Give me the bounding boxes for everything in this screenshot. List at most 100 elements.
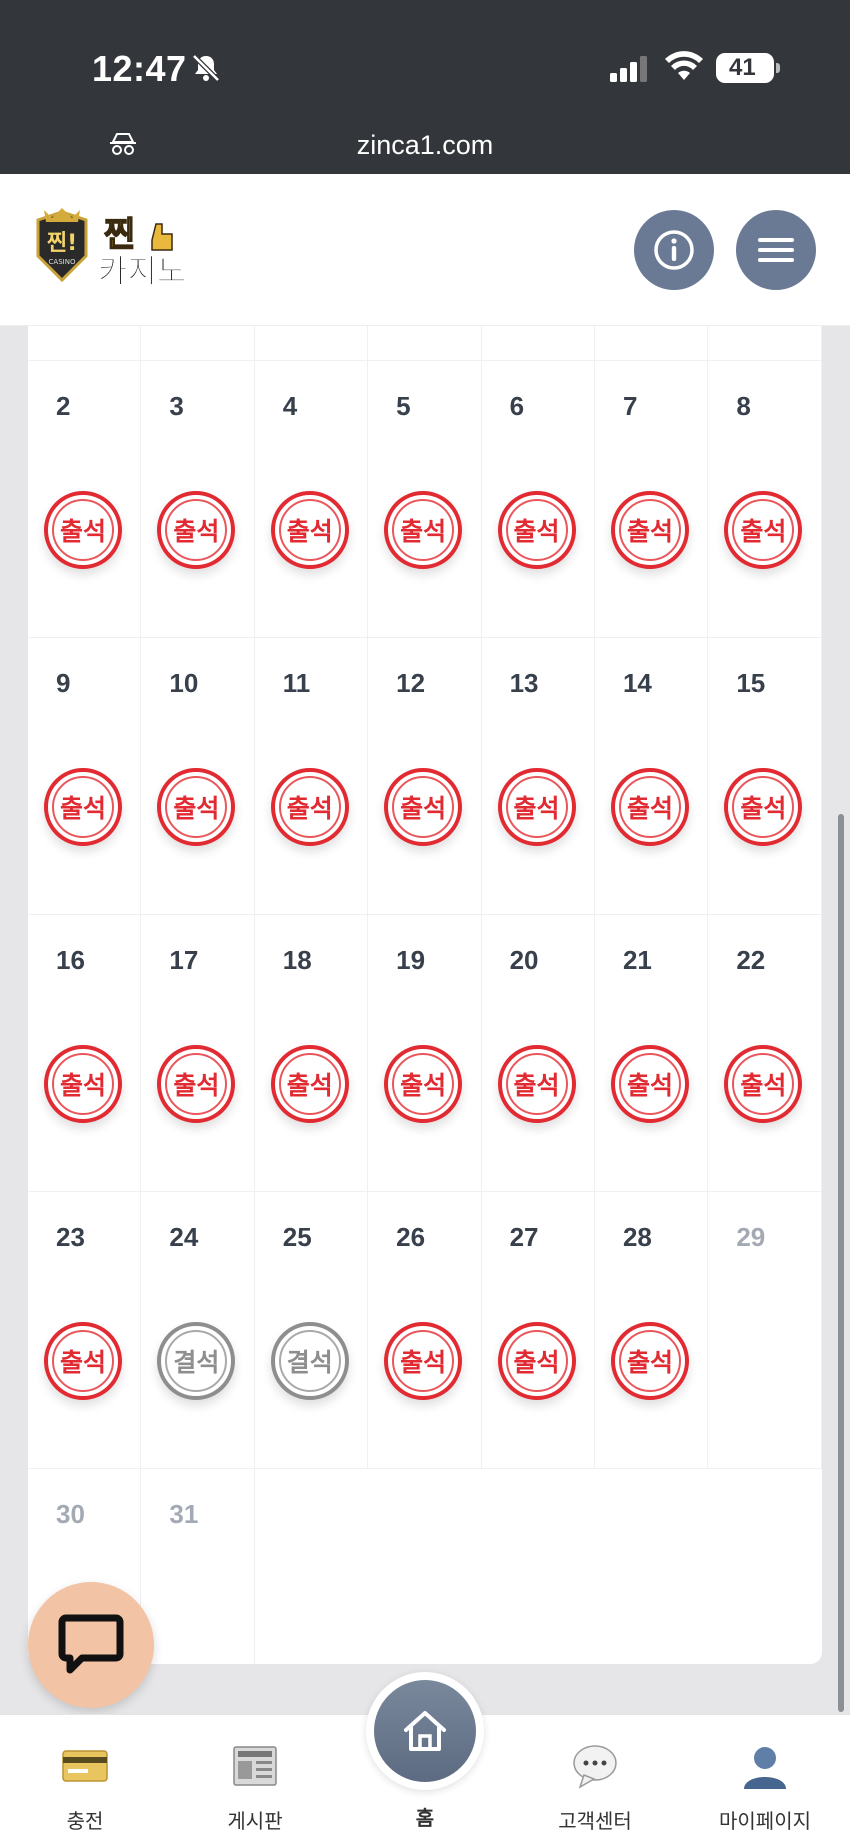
calendar-day-cell[interactable]: 22 출석	[708, 915, 822, 1192]
calendar-day-cell[interactable]: 31	[141, 1469, 255, 1664]
stamp-label: 출석	[286, 1072, 333, 1100]
calendar-day-cell[interactable]: 3 출석	[141, 361, 255, 638]
stamp-label: 결석	[286, 1349, 333, 1377]
day-number: 9	[56, 668, 71, 698]
nav-home-label: 홈	[415, 1808, 435, 1830]
svg-text:찐: 찐	[104, 215, 135, 255]
day-number: 18	[282, 945, 312, 975]
attendance-stamp: 출석	[157, 768, 236, 846]
home-icon	[404, 1711, 446, 1751]
attendance-stamp: 출석	[44, 768, 122, 846]
info-icon	[654, 230, 694, 270]
calendar-day-cell[interactable]: 6 출석	[481, 361, 595, 638]
calendar-day-cell[interactable]: 23 출석	[28, 1192, 142, 1469]
site-logo[interactable]: 찐! CASINO 찐 카지노	[32, 206, 208, 290]
absence-stamp: 결석	[157, 1322, 236, 1400]
day-number: 5	[396, 391, 411, 421]
nav-mypage[interactable]: 마이페이지	[680, 1715, 850, 1848]
calendar-day-cell[interactable]: 8 출석	[708, 361, 822, 638]
newspaper-icon	[233, 1746, 277, 1786]
attendance-stamp: 출석	[610, 491, 689, 569]
day-number: 24	[169, 1222, 199, 1252]
day-number: 31	[169, 1499, 199, 1529]
attendance-stamp: 출석	[270, 1045, 349, 1123]
nav-mypage-label: 마이페이지	[719, 1811, 811, 1833]
attendance-stamp: 출석	[157, 491, 236, 569]
nav-board[interactable]: 게시판	[170, 1715, 340, 1848]
stamp-label: 결석	[173, 1349, 220, 1377]
calendar-day-cell[interactable]: 26 출석	[368, 1192, 482, 1469]
calendar-day-cell[interactable]: 14 출석	[594, 638, 709, 915]
day-number: 15	[736, 668, 766, 698]
stamp-label: 출석	[59, 1349, 106, 1377]
calendar-day-cell[interactable]: 10 출석	[141, 638, 255, 915]
attendance-stamp: 출석	[384, 1045, 463, 1123]
day-number: 10	[169, 668, 199, 698]
calendar-day-cell[interactable]: 5 출석	[368, 361, 482, 638]
url-bar[interactable]: zinca1.com	[0, 130, 850, 161]
stamp-label: 출석	[626, 1072, 673, 1100]
calendar-day-cell[interactable]: 19 출석	[368, 915, 482, 1192]
day-number: 8	[736, 391, 751, 421]
chat-icon	[58, 1614, 124, 1674]
svg-text:CASINO: CASINO	[49, 258, 76, 266]
calendar-day-cell[interactable]: 12 출석	[368, 638, 482, 915]
calendar-day-cell[interactable]: 4 출석	[254, 361, 369, 638]
day-number: 3	[169, 391, 184, 421]
calendar-day-cell[interactable]: 24 결석	[141, 1192, 255, 1469]
stamp-label: 출석	[740, 795, 787, 823]
calendar-day-cell[interactable]: 15 출석	[708, 638, 822, 915]
calendar-day-cell[interactable]: 18 출석	[254, 915, 369, 1192]
calendar-day-cell[interactable]: 13 출석	[481, 638, 595, 915]
calendar-day-cell[interactable]: 11 출석	[254, 638, 369, 915]
day-number: 4	[282, 391, 298, 421]
calendar-day-cell[interactable]: 20 출석	[481, 915, 595, 1192]
stamp-label: 출석	[400, 1072, 447, 1100]
calendar-day-cell[interactable]: 29	[708, 1192, 822, 1469]
stamp-label: 출석	[59, 518, 106, 546]
menu-button[interactable]	[736, 210, 816, 290]
stamp-label: 출석	[400, 518, 447, 546]
calendar-day-cell[interactable]: 25 결석	[254, 1192, 369, 1469]
stamp-label: 출석	[400, 1349, 447, 1377]
attendance-stamp: 출석	[384, 768, 463, 846]
svg-text:찐!: 찐!	[47, 231, 77, 256]
calendar-partial-row	[28, 326, 822, 361]
calendar-day-cell[interactable]: 7 출석	[594, 361, 709, 638]
stamp-label: 출석	[626, 518, 673, 546]
stamp-label: 출석	[173, 795, 220, 823]
calendar-day-cell[interactable]: 17 출석	[141, 915, 255, 1192]
stamp-label: 출석	[740, 1072, 787, 1100]
hamburger-icon	[758, 238, 794, 262]
scrollbar[interactable]	[838, 814, 844, 1712]
attendance-stamp: 출석	[497, 1322, 576, 1400]
home-button[interactable]	[366, 1672, 484, 1790]
attendance-stamp: 출석	[497, 491, 576, 569]
day-number: 19	[396, 945, 426, 975]
calendar-week-row: 23 출석 24 결석 25 결석 26 출석 27 출석 28 출석 29	[28, 1192, 822, 1469]
bell-muted-icon	[192, 54, 220, 82]
day-number: 21	[622, 945, 652, 975]
attendance-stamp: 출석	[384, 1322, 463, 1400]
chat-button[interactable]	[28, 1582, 154, 1708]
status-bar: 12:47 41 zinca1.com	[0, 0, 850, 174]
stamp-label: 출석	[513, 1072, 560, 1100]
battery-indicator: 41	[716, 53, 780, 83]
calendar-day-cell[interactable]: 21 출석	[594, 915, 709, 1192]
attendance-stamp: 출석	[157, 1045, 236, 1123]
attendance-stamp: 출석	[270, 768, 349, 846]
calendar-day-cell[interactable]: 28 출석	[594, 1192, 709, 1469]
info-button[interactable]	[634, 210, 714, 290]
calendar-day-cell[interactable]: 27 출석	[481, 1192, 595, 1469]
nav-support[interactable]: 고객센터	[510, 1715, 680, 1848]
calendar-day-cell[interactable]: 2 출석	[28, 361, 142, 638]
nav-charge-label: 충전	[66, 1811, 104, 1833]
nav-charge[interactable]: 충전	[0, 1715, 170, 1848]
calendar-week-row: 9 출석 10 출석 11 출석 12 출석 13 출석 14 출석 15 출석	[28, 638, 822, 915]
stamp-label: 출석	[513, 795, 560, 823]
stamp-label: 출석	[59, 1072, 106, 1100]
svg-text:카지노: 카지노	[98, 252, 186, 290]
stamp-label: 출석	[513, 518, 560, 546]
calendar-day-cell[interactable]: 9 출석	[28, 638, 142, 915]
calendar-day-cell[interactable]: 16 출석	[28, 915, 142, 1192]
